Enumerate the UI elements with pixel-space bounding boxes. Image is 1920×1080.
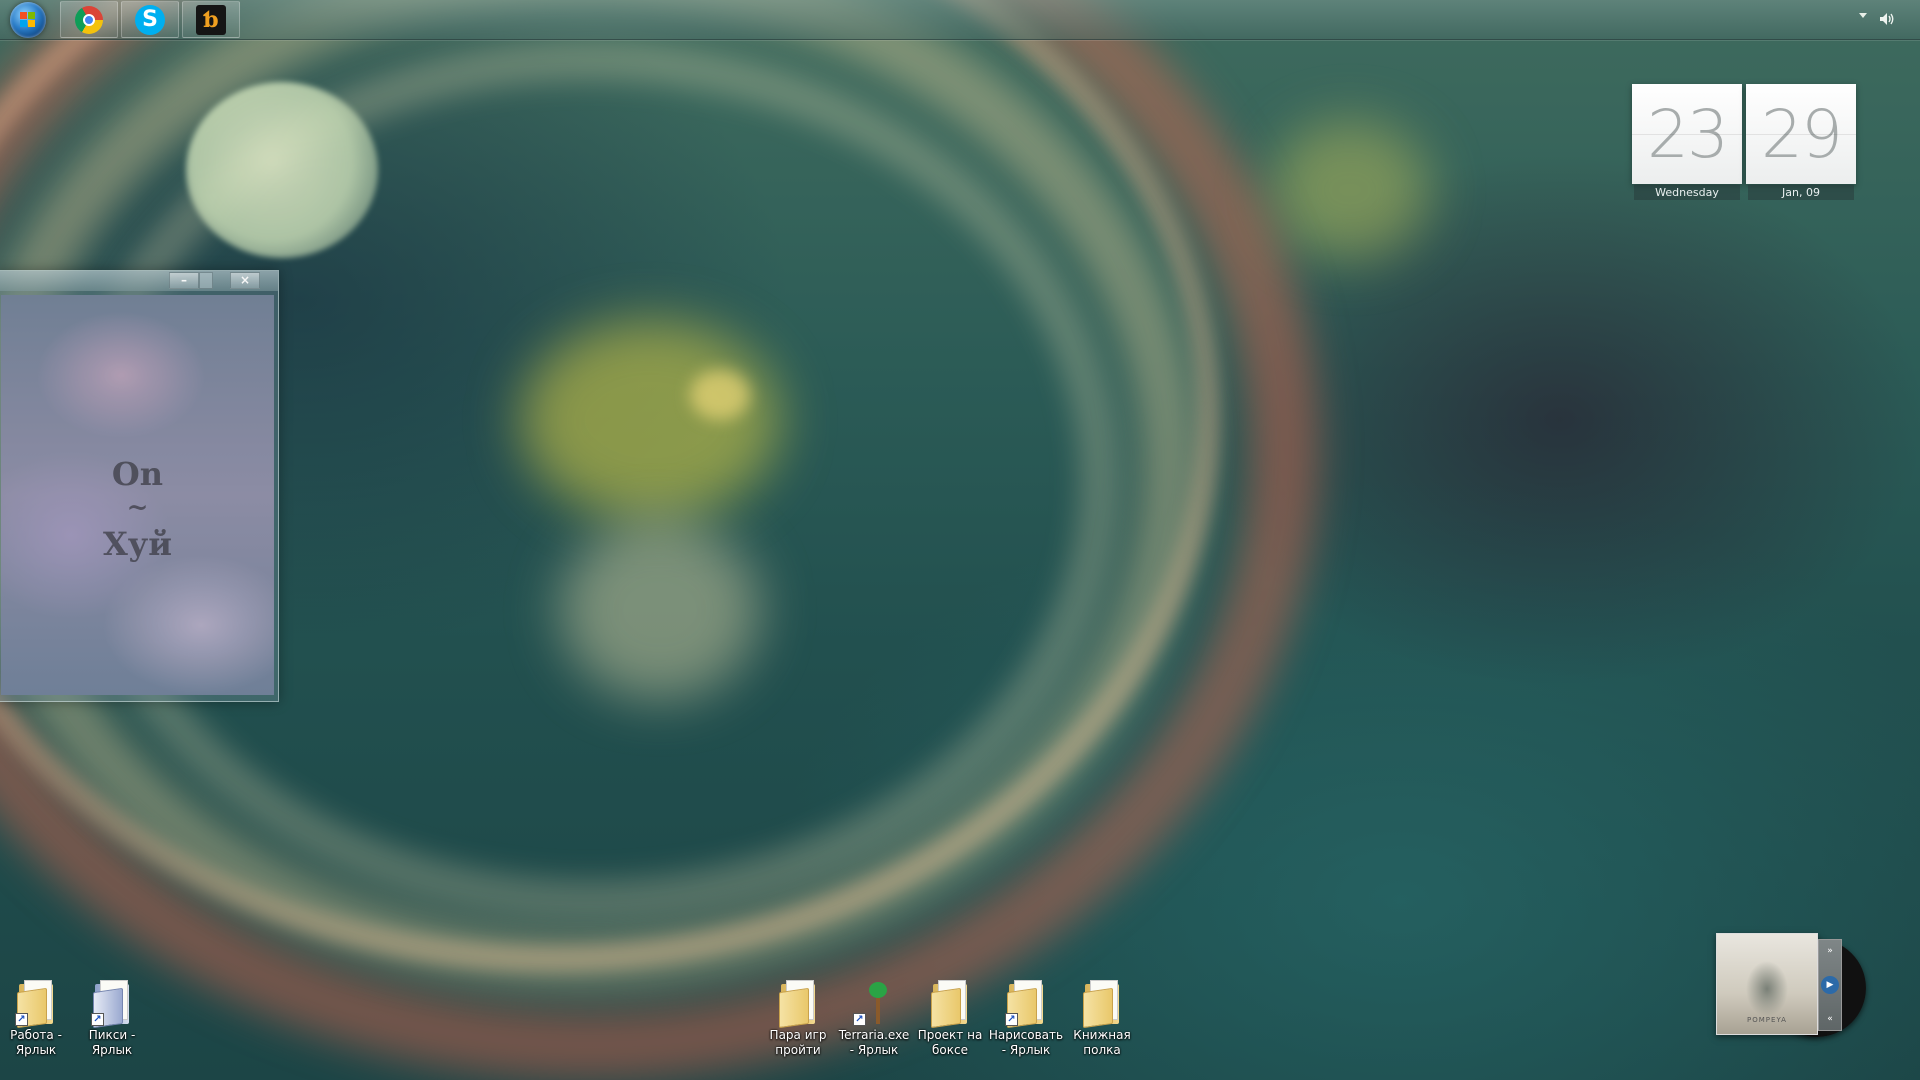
chevron-down-icon[interactable]	[1859, 13, 1867, 18]
music-player-widget: POMPEYA » ▶ «	[1716, 933, 1876, 1039]
skype-icon: S	[135, 4, 165, 35]
album-title: POMPEYA	[1747, 1016, 1787, 1024]
chrome-icon	[75, 5, 103, 34]
folder-icon	[777, 978, 819, 1029]
player-controls: » ▶ «	[1818, 939, 1842, 1031]
desktop-icon-terraria[interactable]: ↗ Terraria.exe - Ярлык	[836, 978, 912, 1058]
clock-date-label: Jan, 09	[1748, 185, 1854, 200]
taskbar-foobar-button[interactable]: ƅ	[182, 1, 240, 38]
desktop-icon-proekt[interactable]: Проект на боксе	[912, 978, 988, 1058]
floating-note-window[interactable]: – × On ~ Хуй	[0, 270, 279, 702]
desktop-icon-label: Книжная полка	[1073, 1028, 1131, 1057]
taskbar: S ƅ	[0, 0, 1920, 40]
speaker-icon[interactable]	[1878, 10, 1896, 28]
note-text-line-1: On	[111, 455, 164, 493]
shortcut-arrow-icon: ↗	[1005, 1013, 1018, 1026]
desktop-icon-label: Проект на боксе	[917, 1028, 983, 1057]
start-button[interactable]	[5, 2, 51, 38]
close-button[interactable]: ×	[230, 272, 260, 289]
clock-minutes: 29	[1746, 84, 1856, 184]
window-titlebar[interactable]: – ×	[0, 271, 278, 291]
desktop-icon-knizhnaya[interactable]: Книжная полка	[1064, 978, 1140, 1058]
windows-logo-icon	[10, 2, 46, 38]
folder-shortcut-icon: ↗	[1005, 978, 1047, 1029]
folder-icon	[1081, 978, 1123, 1029]
taskbar-chrome-button[interactable]	[60, 1, 118, 38]
desktop-icon-narisovat[interactable]: ↗ Нарисовать - Ярлык	[988, 978, 1064, 1058]
wallpaper-moon	[186, 82, 378, 258]
note-text-line-2: ~	[126, 493, 149, 523]
desktop-icon-label: Нарисовать - Ярлык	[988, 1028, 1064, 1057]
shortcut-arrow-icon: ↗	[15, 1013, 28, 1026]
shortcut-arrow-icon: ↗	[91, 1013, 104, 1026]
terraria-tree-icon: ↗	[853, 978, 895, 1026]
desktop-icon-label: Terraria.exe - Ярлык	[838, 1028, 910, 1057]
rewind-icon[interactable]: «	[1821, 1010, 1839, 1028]
desktop-icon-para-igr[interactable]: Пара игр пройти	[760, 978, 836, 1058]
minimize-button[interactable]: –	[169, 272, 199, 289]
desktop-icon-label: Пикси - Ярлык	[88, 1028, 136, 1057]
desktop-icon-piksi[interactable]: ↗ Пикси - Ярлык	[74, 978, 150, 1058]
desktop-icon-rabota[interactable]: ↗ Работа - Ярлык	[0, 978, 74, 1058]
taskbar-skype-button[interactable]: S	[121, 1, 179, 38]
play-icon[interactable]: ▶	[1821, 976, 1839, 994]
folder-icon	[929, 978, 971, 1029]
desktop-icon-label: Пара игр пройти	[769, 1028, 827, 1057]
clock-day-label: Wednesday	[1634, 185, 1740, 200]
clock-hours: 23	[1632, 84, 1742, 184]
foobar-icon: ƅ	[196, 4, 226, 35]
folder-shortcut-icon: ↗	[91, 978, 133, 1029]
album-cover: POMPEYA	[1716, 933, 1818, 1035]
desktop-icon-label: Работа - Ярлык	[10, 1028, 62, 1057]
folder-shortcut-icon: ↗	[15, 978, 57, 1029]
shortcut-arrow-icon: ↗	[853, 1013, 866, 1026]
fast-forward-icon[interactable]: »	[1821, 942, 1839, 960]
window-spacer	[199, 272, 213, 289]
window-content: On ~ Хуй	[1, 295, 274, 695]
note-text-line-3: Хуй	[102, 525, 173, 563]
